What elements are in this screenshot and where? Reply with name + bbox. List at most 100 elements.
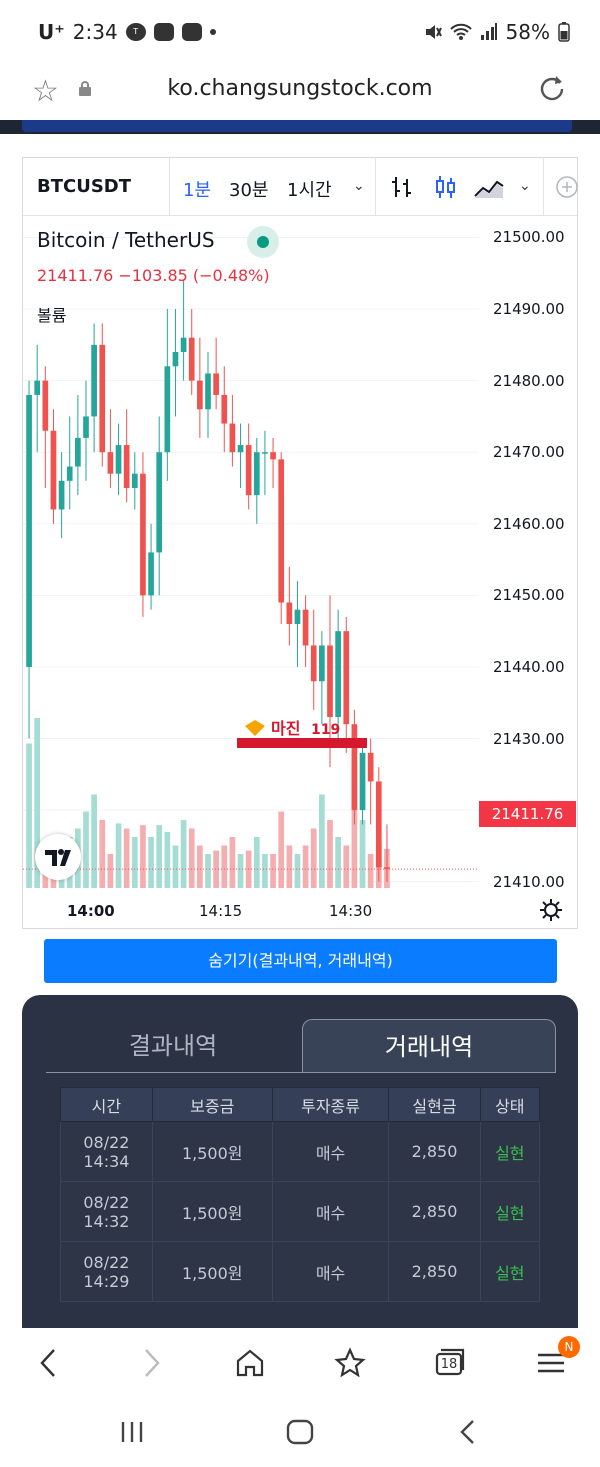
toolbar-divider (169, 158, 170, 215)
price-tick-label: 21490.00 (493, 300, 565, 319)
recent-apps-icon[interactable] (118, 1418, 146, 1446)
candle-body (164, 366, 171, 453)
interval-1m[interactable]: 1분 (183, 176, 211, 202)
price-tick-label: 21410.00 (493, 872, 565, 891)
system-back-icon[interactable] (456, 1418, 480, 1446)
candles-icon[interactable] (433, 174, 459, 200)
interval-1h[interactable]: 1시간 (287, 176, 332, 202)
candle-body (375, 781, 382, 868)
candle-body (286, 602, 293, 624)
candle-body (75, 437, 81, 467)
time-axis[interactable]: 14:00 14:15 14:30 (23, 898, 577, 928)
candle-body (302, 609, 309, 646)
candle-body (66, 466, 73, 481)
tab-results[interactable]: 결과내역 (46, 1019, 300, 1073)
cell-status: 실현 (479, 1181, 541, 1242)
interval-30m[interactable]: 30분 (229, 176, 268, 202)
candle-body (205, 373, 211, 410)
area-chart-icon[interactable] (473, 174, 505, 200)
candle-body (327, 645, 333, 718)
cell-status: 실현 (479, 1241, 541, 1302)
back-icon[interactable] (32, 1346, 66, 1380)
candle-body (148, 552, 154, 596)
volume-bar (140, 825, 146, 888)
price-tick-label: 21440.00 (493, 657, 565, 676)
col-header-realized: 실현금 (388, 1087, 481, 1122)
home-button-icon[interactable] (285, 1418, 315, 1446)
candle-body (270, 452, 276, 460)
chart-settings-gear-icon[interactable] (539, 898, 563, 922)
status-bar: U⁺ 2:34 T 58% (0, 0, 600, 64)
cell-deposit: 1,500원 (151, 1241, 273, 1302)
header-banner (22, 120, 572, 132)
hide-history-button[interactable]: 숨기기(결과내역, 거래내역) (44, 939, 557, 983)
table-row[interactable]: 08/22 14:32 1,500원 매수 2,850 실현 (60, 1181, 541, 1242)
bookmarks-icon[interactable] (333, 1346, 367, 1380)
volume-bar (180, 820, 187, 888)
more-notifications-icon (209, 29, 216, 35)
menu-icon[interactable]: N (534, 1336, 580, 1380)
candle-body (294, 609, 301, 624)
home-icon[interactable] (233, 1346, 267, 1380)
page-header-strip (0, 120, 600, 134)
forward-icon[interactable] (134, 1346, 168, 1380)
system-navigation-bar (0, 1400, 600, 1467)
mute-icon (425, 25, 442, 39)
col-header-type: 투자종류 (271, 1087, 390, 1122)
price-axis[interactable]: 21500.00 21490.00 21480.00 21470.00 21460.00… (485, 216, 577, 896)
volume-bar (221, 845, 228, 888)
bar-chart-icon[interactable] (389, 174, 415, 200)
tab-count: 18 (440, 1357, 458, 1372)
price-tick-label: 21500.00 (493, 228, 565, 247)
tradingview-logo-icon[interactable] (35, 834, 81, 880)
volume-bar (302, 845, 309, 888)
volume-bar (335, 837, 341, 888)
volume-bar (123, 828, 130, 888)
candle-body (180, 337, 187, 352)
reload-icon[interactable] (538, 74, 566, 102)
volume-bar (172, 845, 179, 888)
chevron-down-icon[interactable]: ⌄ (353, 178, 365, 194)
price-chart[interactable] (23, 216, 479, 896)
candle-body (367, 752, 374, 782)
candle-body (310, 645, 317, 682)
legend-title: Bitcoin / TetherUS (37, 228, 215, 252)
candle-body (58, 480, 65, 510)
tab-trades[interactable]: 거래내역 (302, 1019, 556, 1073)
candle-body (123, 445, 130, 488)
url-text[interactable]: ko.changsungstock.com (0, 76, 600, 101)
tabs-icon[interactable]: 18 (433, 1346, 467, 1380)
add-indicator-icon[interactable] (555, 174, 579, 200)
candle-body (26, 394, 32, 667)
candle-body (197, 380, 203, 410)
svg-text:마진: 마진 (271, 719, 300, 738)
cell-realized: 2,850 (388, 1121, 481, 1182)
candle-body (50, 430, 57, 510)
talk-icon: T (125, 23, 146, 41)
volume-bar (262, 854, 268, 888)
volume-bar (197, 845, 203, 888)
candle-body (213, 373, 219, 395)
symbol-selector[interactable]: BTCUSDT (37, 176, 131, 197)
svg-text:119: 119 (311, 722, 340, 738)
candle-body (237, 445, 244, 453)
table-row[interactable]: 08/22 14:29 1,500원 매수 2,850 실현 (60, 1241, 541, 1302)
volume-bar (278, 811, 285, 888)
table-row[interactable]: 08/22 14:34 1,500원 매수 2,850 실현 (60, 1121, 541, 1182)
candle-body (343, 631, 350, 725)
toolbar-divider (543, 158, 544, 215)
candle-body (115, 445, 122, 474)
time-tick-label: 14:15 (199, 902, 243, 920)
candle-body (359, 752, 366, 811)
chart-widget[interactable]: BTCUSDT 1분 30분 1시간 ⌄ ⌄ Bitcoin / TetherU… (22, 157, 578, 929)
candle-body (188, 337, 195, 381)
menu-notification-badge: N (558, 1336, 580, 1358)
volume-bar (115, 823, 122, 888)
volume-bar (229, 837, 236, 888)
candle-body (34, 380, 41, 395)
message-icon (153, 23, 174, 41)
volume-bar (99, 820, 106, 888)
chevron-down-icon[interactable]: ⌄ (519, 178, 531, 194)
volume-bar (237, 854, 244, 888)
volume-label: 볼륨 (37, 306, 67, 325)
